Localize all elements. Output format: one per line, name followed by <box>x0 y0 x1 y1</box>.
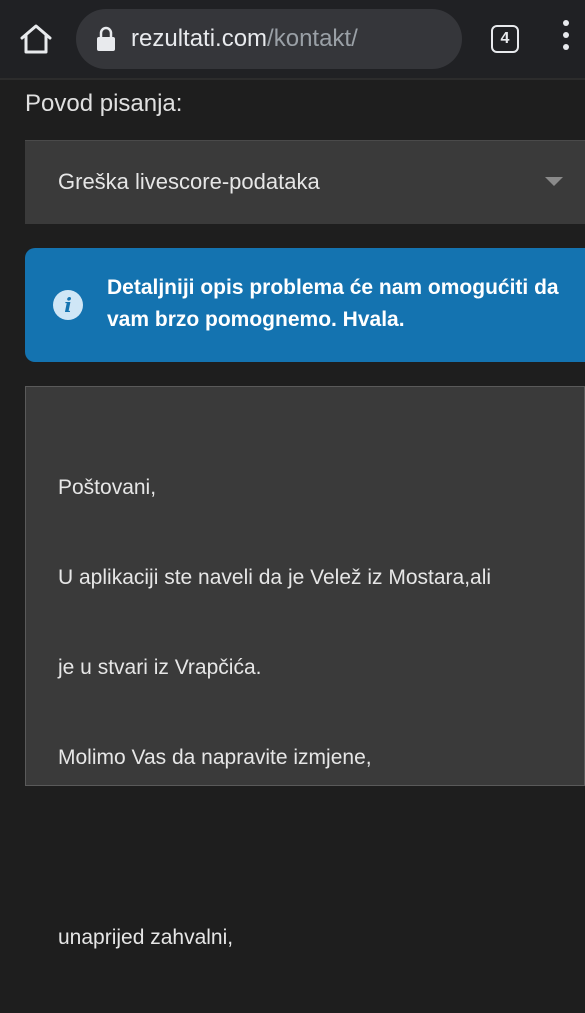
message-text: Poštovani, U aplikaciji ste naveli da je… <box>58 413 568 1013</box>
message-line: Poštovani, <box>58 476 157 499</box>
info-text: Detaljniji opis problema će nam omogućit… <box>107 276 559 331</box>
caret-down-icon <box>545 177 563 186</box>
message-line: je u stvari iz Vrapčića. <box>58 656 262 679</box>
reason-label: Povod pisanja: <box>25 90 183 117</box>
home-icon[interactable] <box>18 22 54 56</box>
url-path: /kontakt/ <box>267 25 358 52</box>
address-bar[interactable]: rezultati.com/kontakt/ <box>76 9 462 69</box>
tabs-icon[interactable]: 4 <box>491 25 519 53</box>
lock-icon <box>96 26 116 52</box>
info-banner: i Detaljniji opis problema će nam omoguć… <box>25 248 585 362</box>
message-line: U aplikaciji ste naveli da je Velež iz M… <box>58 566 492 589</box>
message-line: Molimo Vas da napravite izmjene, <box>58 746 372 769</box>
more-vert-icon[interactable] <box>558 20 574 58</box>
url-domain: rezultati.com <box>131 25 268 52</box>
url-text: rezultati.com/kontakt/ <box>131 24 358 54</box>
reason-select-value: Greška livescore-podataka <box>58 169 320 194</box>
browser-toolbar: rezultati.com/kontakt/ 4 <box>0 0 585 80</box>
message-textarea[interactable]: Poštovani, U aplikaciji ste naveli da je… <box>25 386 585 949</box>
info-icon: i <box>53 290 83 320</box>
reason-select[interactable]: Greška livescore-podataka <box>25 140 585 224</box>
message-line: unaprijed zahvalni, <box>58 926 234 949</box>
message-line <box>58 833 568 863</box>
